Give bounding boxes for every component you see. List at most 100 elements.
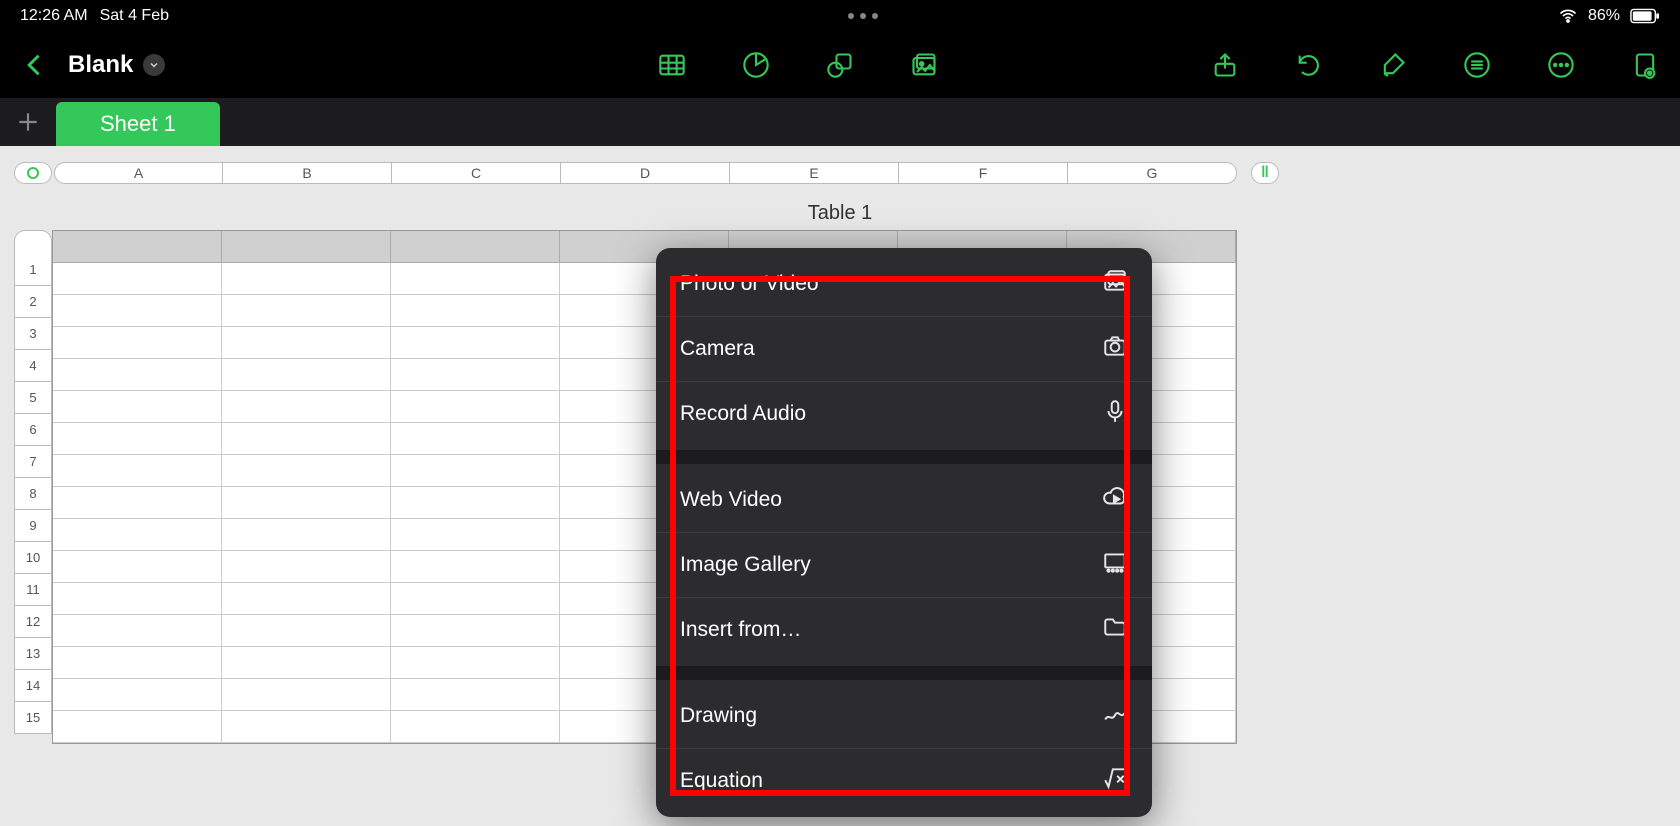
cell[interactable] bbox=[222, 391, 391, 423]
row-header[interactable]: 10 bbox=[14, 542, 52, 574]
row-header[interactable]: 8 bbox=[14, 478, 52, 510]
row-header[interactable]: 13 bbox=[14, 638, 52, 670]
select-all-handle[interactable] bbox=[14, 162, 52, 184]
cell[interactable] bbox=[222, 359, 391, 391]
view-options-icon[interactable] bbox=[1462, 50, 1492, 80]
cell[interactable] bbox=[391, 487, 560, 519]
cell[interactable] bbox=[53, 295, 222, 327]
row-header[interactable]: 14 bbox=[14, 670, 52, 702]
column-header[interactable]: B bbox=[223, 162, 392, 184]
cell[interactable] bbox=[391, 711, 560, 743]
cell[interactable] bbox=[391, 263, 560, 295]
format-brush-icon[interactable] bbox=[1378, 50, 1408, 80]
cell[interactable] bbox=[391, 359, 560, 391]
cell[interactable] bbox=[391, 647, 560, 679]
column-header[interactable]: E bbox=[730, 162, 899, 184]
add-sheet-button[interactable] bbox=[0, 98, 56, 146]
cell[interactable] bbox=[222, 295, 391, 327]
undo-icon[interactable] bbox=[1294, 50, 1324, 80]
cell[interactable] bbox=[53, 455, 222, 487]
row-header[interactable]: 5 bbox=[14, 382, 52, 414]
cell[interactable] bbox=[53, 359, 222, 391]
cell[interactable] bbox=[222, 711, 391, 743]
cell[interactable] bbox=[53, 647, 222, 679]
insert-chart-icon[interactable] bbox=[741, 50, 771, 80]
cell[interactable] bbox=[53, 487, 222, 519]
cell[interactable] bbox=[222, 679, 391, 711]
insert-media-icon[interactable] bbox=[909, 50, 939, 80]
back-button[interactable] bbox=[20, 50, 50, 80]
cell[interactable] bbox=[222, 551, 391, 583]
app-toolbar: Blank bbox=[0, 32, 1680, 98]
cell[interactable] bbox=[222, 647, 391, 679]
cell[interactable] bbox=[391, 583, 560, 615]
popover-item-label: Insert from… bbox=[680, 618, 801, 642]
column-header[interactable]: A bbox=[54, 162, 223, 184]
cell[interactable] bbox=[391, 391, 560, 423]
table-title[interactable]: Table 1 bbox=[808, 202, 873, 225]
column-header[interactable]: F bbox=[899, 162, 1068, 184]
cell[interactable] bbox=[391, 327, 560, 359]
cell[interactable] bbox=[53, 679, 222, 711]
row-header[interactable]: 3 bbox=[14, 318, 52, 350]
cell[interactable] bbox=[222, 423, 391, 455]
cell[interactable] bbox=[53, 391, 222, 423]
insert-shape-icon[interactable] bbox=[825, 50, 855, 80]
column-header[interactable]: C bbox=[392, 162, 561, 184]
cell[interactable] bbox=[53, 615, 222, 647]
row-header[interactable]: 11 bbox=[14, 574, 52, 606]
multitask-dots[interactable] bbox=[848, 13, 878, 19]
cell[interactable] bbox=[222, 487, 391, 519]
popover-item-camera[interactable]: Camera bbox=[656, 317, 1152, 382]
popover-item-folder[interactable]: Insert from… bbox=[656, 598, 1152, 662]
row-header[interactable]: 4 bbox=[14, 350, 52, 382]
cell[interactable] bbox=[53, 583, 222, 615]
cell[interactable] bbox=[53, 519, 222, 551]
popover-item-label: Record Audio bbox=[680, 402, 806, 426]
cell[interactable] bbox=[53, 327, 222, 359]
cell[interactable] bbox=[53, 551, 222, 583]
cell[interactable] bbox=[53, 423, 222, 455]
cell[interactable] bbox=[222, 263, 391, 295]
cell[interactable] bbox=[222, 519, 391, 551]
document-title[interactable]: Blank bbox=[68, 51, 165, 79]
add-column-handle[interactable]: ‖ bbox=[1251, 162, 1279, 184]
cell[interactable] bbox=[222, 327, 391, 359]
cell[interactable] bbox=[391, 455, 560, 487]
row-header[interactable]: 6 bbox=[14, 414, 52, 446]
cell[interactable] bbox=[391, 615, 560, 647]
cell[interactable] bbox=[391, 519, 560, 551]
share-icon[interactable] bbox=[1210, 50, 1240, 80]
popover-item-gallery[interactable]: Image Gallery bbox=[656, 533, 1152, 598]
battery-icon bbox=[1630, 8, 1660, 24]
row-header[interactable]: 1 bbox=[14, 254, 52, 286]
column-header[interactable]: D bbox=[561, 162, 730, 184]
cell[interactable] bbox=[53, 263, 222, 295]
popover-item-photo[interactable]: Photo or Video bbox=[656, 252, 1152, 317]
row-header[interactable]: 15 bbox=[14, 702, 52, 734]
spreadsheet-canvas[interactable]: ABCDEFG ‖ Table 1 123456789101112131415 … bbox=[0, 146, 1680, 826]
row-header[interactable]: 7 bbox=[14, 446, 52, 478]
popover-item-mic[interactable]: Record Audio bbox=[656, 382, 1152, 446]
cell[interactable] bbox=[391, 679, 560, 711]
row-header[interactable]: 2 bbox=[14, 286, 52, 318]
column-header-row: ABCDEFG ‖ bbox=[14, 160, 1680, 186]
cell[interactable] bbox=[53, 711, 222, 743]
popover-item-sqrt[interactable]: Equation bbox=[656, 749, 1152, 813]
popover-item-cloud[interactable]: Web Video bbox=[656, 468, 1152, 533]
sheet-tab-active[interactable]: Sheet 1 bbox=[56, 102, 220, 146]
popover-item-label: Image Gallery bbox=[680, 553, 811, 577]
cell[interactable] bbox=[222, 455, 391, 487]
cell[interactable] bbox=[391, 423, 560, 455]
row-header[interactable]: 9 bbox=[14, 510, 52, 542]
cell[interactable] bbox=[391, 551, 560, 583]
popover-item-scribble[interactable]: Drawing bbox=[656, 684, 1152, 749]
document-settings-icon[interactable] bbox=[1630, 50, 1660, 80]
column-header[interactable]: G bbox=[1068, 162, 1237, 184]
insert-table-icon[interactable] bbox=[657, 50, 687, 80]
cell[interactable] bbox=[222, 615, 391, 647]
cell[interactable] bbox=[222, 583, 391, 615]
row-header[interactable]: 12 bbox=[14, 606, 52, 638]
more-icon[interactable] bbox=[1546, 50, 1576, 80]
cell[interactable] bbox=[391, 295, 560, 327]
